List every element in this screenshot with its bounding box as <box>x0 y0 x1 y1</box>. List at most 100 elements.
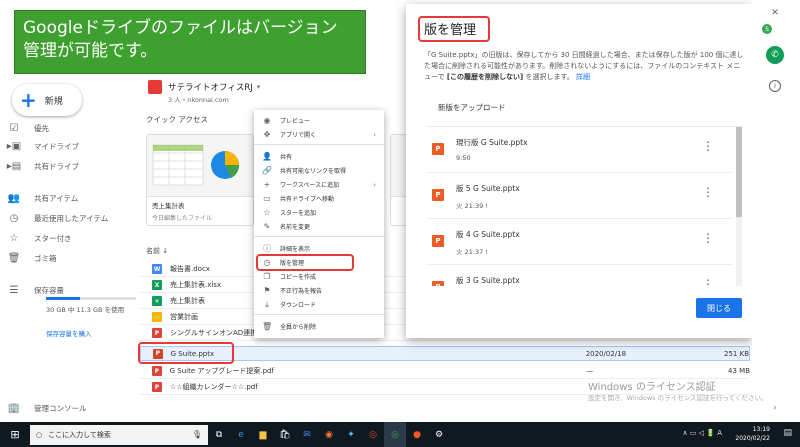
microphone-icon[interactable]: 🎙 <box>192 430 202 439</box>
project-header: サテライトオフィスRJ ▾ <box>148 80 260 94</box>
sidebar-item-label: 管理コンソール <box>34 403 87 413</box>
storage-label: 保存容量 <box>34 285 64 295</box>
sheet-icon: + <box>152 296 162 306</box>
drive-icon: ▸▣ <box>6 140 22 152</box>
menu-item-report[interactable]: ⚑ 不正行為を報告 <box>254 284 384 297</box>
menu-item-label: ダウンロード <box>280 302 317 309</box>
file-name: ☆☆組織カレンダー☆☆.pdf <box>170 383 258 391</box>
info-icon[interactable]: i <box>769 80 781 92</box>
sidebar-item-my-drive[interactable]: ▸▣ マイドライブ <box>6 138 79 154</box>
calendar-badge-icon[interactable]: S <box>762 24 772 34</box>
chevron-right-icon[interactable]: › <box>766 398 784 416</box>
version-label: 版 3 G Suite.pptx <box>456 276 520 285</box>
chevron-right-icon: › <box>373 180 376 189</box>
sidebar-item-shared-drives[interactable]: ▸▤ 共有ドライブ <box>7 158 79 174</box>
app-icon[interactable]: ✦ <box>340 422 362 447</box>
slides-icon: ▭ <box>152 312 162 322</box>
version-label: 版 4 G Suite.pptx <box>456 230 520 239</box>
task-view-icon[interactable]: ⧉ <box>208 422 230 447</box>
sidebar-item-label: スター付き <box>34 233 72 243</box>
learn-more-link[interactable]: 詳細 <box>576 73 590 81</box>
new-button[interactable]: + 新規 <box>12 84 82 116</box>
sidebar-item-priority[interactable]: ☑ 優先 <box>8 120 49 136</box>
sidebar-item-starred[interactable]: ☆ スター付き <box>8 230 72 246</box>
clock-icon: ◷ <box>9 212 19 224</box>
quick-access-card[interactable]: 売上集計表 今日編集したファイル <box>146 134 254 226</box>
menu-item-label: スターを追加 <box>280 210 317 217</box>
powerpoint-icon[interactable]: ● <box>406 422 428 447</box>
firefox-icon[interactable]: ◉ <box>318 422 340 447</box>
version-item[interactable]: P 版 5 G Suite.pptx 火 21:39 ! ⋮ <box>426 173 732 219</box>
desc-bold: [この履歴を削除しない] <box>446 73 524 81</box>
sidebar-item-label: 共有アイテム <box>34 193 79 203</box>
sidebar-item-shared-with-me[interactable]: 👥 共有アイテム <box>8 190 78 206</box>
system-tray-icons[interactable]: ∧ ▭ ◁ 🔋 A <box>682 429 722 437</box>
menu-item-remove[interactable]: 🗑 全員から削除 <box>254 320 384 333</box>
version-item[interactable]: P 版 3 G Suite.pptx ⋮ <box>426 265 732 286</box>
taskbar-clock[interactable]: 13:19 2020/02/22 <box>735 425 770 443</box>
close-button[interactable]: 閉じる <box>696 298 742 318</box>
new-button-label: 新規 <box>44 96 63 107</box>
sidebar-item-trash[interactable]: 🗑 ゴミ箱 <box>8 250 57 266</box>
search-placeholder: ここに入力して検索 <box>48 430 111 439</box>
taskbar-search-input[interactable]: ○ ここに入力して検索 🎙 <box>30 424 208 445</box>
more-vert-icon[interactable]: ⋮ <box>702 139 714 153</box>
menu-item-add-star[interactable]: ☆ スターを追加 <box>254 206 384 219</box>
menu-item-rename[interactable]: ✎ 名前を変更 <box>254 220 384 233</box>
menu-item-label: 詳細を表示 <box>280 246 311 253</box>
menu-item-label: ワークスペースに追加 <box>280 182 340 189</box>
chevron-down-icon[interactable]: ▾ <box>257 83 261 91</box>
chrome-active-icon[interactable]: ◎ <box>384 422 406 447</box>
sidebar-item-recent[interactable]: ◷ 最近使用したアイテム <box>8 210 109 226</box>
copy-icon: ❐ <box>263 272 271 281</box>
flag-icon: ⚑ <box>263 286 271 295</box>
windows-taskbar: ⊞ ○ ここに入力して検索 🎙 ⧉ e ▆ 🛍 ✉ ◉ ✦ ◎ ◎ ● ⚙ ∧ … <box>0 422 800 447</box>
menu-item-make-copy[interactable]: ❐ コピーを作成 <box>254 270 384 283</box>
windows-start-icon[interactable]: ⊞ <box>0 422 30 447</box>
menu-item-get-link[interactable]: 🔗 共有可能なリンクを取得 <box>254 164 384 177</box>
edge-icon[interactable]: e <box>230 422 252 447</box>
card-title: 売上集計表 <box>152 202 185 210</box>
more-vert-icon[interactable]: ⋮ <box>702 277 714 286</box>
dialog-description: 「G Suite.pptx」の旧版は、保存してから 30 日間経過した場合、また… <box>424 50 744 83</box>
version-item[interactable]: P 版 4 G Suite.pptx 火 21:37 ! ⋮ <box>426 219 732 265</box>
more-vert-icon[interactable]: ⋮ <box>702 231 714 245</box>
menu-item-open-with[interactable]: ✥ アプリで開く › <box>254 128 384 141</box>
notification-icon[interactable]: ▤ <box>783 428 792 438</box>
file-row[interactable]: P G Suite アップグレード提案.pdf — 43 MB <box>140 364 750 379</box>
sheet-icon: X <box>152 280 162 290</box>
scrollbar-thumb[interactable] <box>736 127 742 217</box>
menu-item-add-workspace[interactable]: + ワークスペースに追加 › <box>254 178 384 191</box>
right-side-panel: ✕ S ✆ i › <box>752 0 800 422</box>
pdf-icon: P <box>152 366 162 376</box>
mail-icon[interactable]: ✉ <box>296 422 318 447</box>
store-icon[interactable]: 🛍 <box>274 422 296 447</box>
buy-storage-link[interactable]: 保存容量を購入 <box>46 328 92 338</box>
menu-item-move[interactable]: ▭ 共有ドライブへ移動 <box>254 192 384 205</box>
highlight-dialog-title <box>418 16 490 42</box>
doc-icon: W <box>152 264 162 274</box>
more-vert-icon[interactable]: ⋮ <box>702 185 714 199</box>
sidebar-item-storage[interactable]: ☰ 保存容量 <box>8 282 64 298</box>
version-list-scrollbar[interactable] <box>736 127 742 286</box>
link-icon: 🔗 <box>262 166 272 175</box>
menu-item-share[interactable]: 👤 共有 <box>254 150 384 163</box>
sidebar-item-admin-console[interactable]: 🏢 管理コンソール <box>8 400 87 416</box>
plus-icon: + <box>20 88 37 112</box>
file-explorer-icon[interactable]: ▆ <box>252 422 274 447</box>
settings-icon[interactable]: ⚙ <box>428 422 450 447</box>
storage-text: 30 GB 中 11.3 GB を使用 <box>46 306 125 314</box>
close-icon[interactable]: ✕ <box>766 4 784 22</box>
phone-icon[interactable]: ✆ <box>766 46 784 64</box>
context-menu: ◉ プレビュー ✥ アプリで開く › 👤 共有 🔗 共有可能なリンクを取得 + ワークスペー… <box>254 110 384 338</box>
menu-item-download[interactable]: ⤓ ダウンロード <box>254 298 384 311</box>
name-column-header[interactable]: 名前 ↓ <box>146 246 168 256</box>
version-item[interactable]: P 現行版 G Suite.pptx 9:50 ⋮ <box>426 127 732 173</box>
menu-item-label: 不正行為を報告 <box>280 288 323 295</box>
upload-new-version-button[interactable]: 新版をアップロード <box>438 102 506 113</box>
menu-item-preview[interactable]: ◉ プレビュー <box>254 114 384 127</box>
chrome-icon[interactable]: ◎ <box>362 422 384 447</box>
menu-item-label: 全員から削除 <box>280 324 317 331</box>
menu-item-label: 共有ドライブへ移動 <box>280 196 335 203</box>
menu-divider <box>254 144 384 145</box>
